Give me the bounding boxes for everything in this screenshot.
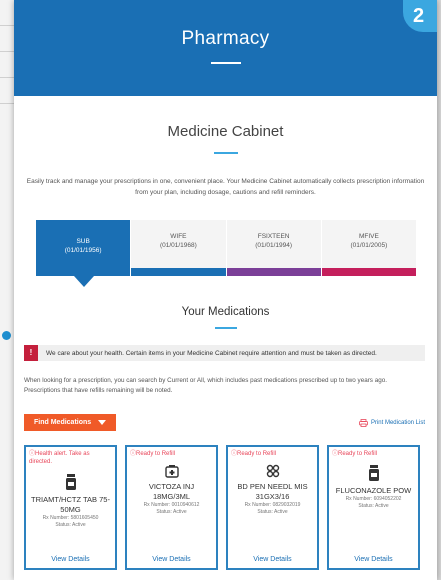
active-tab-pointer	[74, 276, 94, 287]
member-tab-sub[interactable]: SUB (01/01/1956)	[36, 220, 132, 276]
member-name: SUB	[76, 238, 90, 245]
injection-pen-icon	[164, 465, 179, 478]
member-color-bar	[321, 268, 416, 276]
view-details-link[interactable]: View Details	[127, 556, 216, 563]
member-dob: (01/01/1994)	[255, 242, 293, 249]
member-name: MFIVE	[358, 233, 379, 240]
alert-text: We care about your health. Certain items…	[46, 349, 377, 357]
medication-name: FLUCONAZOLE POW	[335, 486, 412, 495]
find-medications-button[interactable]: Find Medications	[24, 414, 117, 431]
title-divider	[210, 62, 241, 64]
medication-card[interactable]: ⓘHealth alert. Take as directed. TRIAMT/…	[24, 445, 117, 570]
medication-state: Status: Active	[257, 509, 288, 515]
print-medication-list-link[interactable]: Print Medication List	[359, 418, 425, 427]
chevron-down-icon	[98, 420, 107, 425]
member-tab-mfive[interactable]: MFIVE (01/01/2005)	[321, 220, 417, 276]
medicine-cabinet-title: Medicine Cabinet	[167, 123, 284, 140]
rx-number: Rx Number: 6094052202	[345, 496, 402, 502]
medication-status: ⓘHealth alert. Take as directed.	[29, 451, 90, 465]
medication-status: ⓘReady to Refill	[332, 451, 378, 457]
alert-icon: !	[24, 345, 38, 361]
member-tabs: SUB (01/01/1956) WIFE (01/01/1968) FSIXT…	[36, 220, 417, 287]
member-tab-wife[interactable]: WIFE (01/01/1968)	[131, 220, 227, 276]
member-name: FSIXTEEN	[257, 233, 290, 240]
view-details-link[interactable]: View Details	[329, 556, 418, 563]
medication-name: VICTOZA INJ 18MG/3ML	[148, 482, 195, 501]
member-dob: (01/01/1956)	[64, 247, 102, 254]
print-medication-list-label: Print Medication List	[370, 419, 425, 426]
pill-bottle-icon	[368, 465, 379, 481]
view-details-link[interactable]: View Details	[26, 556, 115, 563]
find-medications-label: Find Medications	[34, 419, 92, 426]
rx-number: Rx Number: 0010940612	[143, 502, 200, 508]
medication-state: Status: Active	[55, 522, 86, 528]
medicine-cabinet-intro: Easily track and manage your prescriptio…	[26, 178, 425, 196]
medication-cards: ⓘHealth alert. Take as directed. TRIAMT/…	[24, 445, 437, 570]
section-divider	[214, 327, 237, 329]
needle-icon	[266, 464, 279, 478]
member-name: WIFE	[170, 233, 187, 240]
medication-name: BD PEN NEEDL MIS 31GX3/16	[237, 482, 308, 501]
member-dob: (01/01/2005)	[350, 242, 388, 249]
your-medications-title: Your Medications	[181, 306, 270, 318]
medication-card[interactable]: ⓘReady to Refill VICTOZA INJ 18MG/3ML Rx…	[125, 445, 218, 570]
search-help-text: When looking for a prescription, you can…	[24, 377, 387, 394]
pill-bottle-icon	[65, 474, 76, 490]
medication-actions: Find Medications Print Medication List	[24, 414, 425, 431]
medication-card[interactable]: ⓘReady to Refill BD PEN NEEDL MIS 31GX3/…	[226, 445, 319, 570]
member-color-bar	[226, 268, 321, 276]
medication-card[interactable]: ⓘReady to Refill FLUCONAZOLE POW Rx Numb…	[327, 445, 420, 570]
page-title: Pharmacy	[181, 28, 270, 49]
hotspot-dot-icon	[2, 331, 11, 340]
section-divider	[213, 152, 238, 154]
medication-state: Status: Active	[156, 509, 187, 515]
member-dob: (01/01/1968)	[159, 242, 197, 249]
medication-status: ⓘReady to Refill	[231, 451, 277, 457]
health-alert-banner: ! We care about your health. Certain ite…	[24, 345, 425, 361]
medication-state: Status: Active	[358, 503, 389, 509]
medication-status: ⓘReady to Refill	[130, 451, 176, 457]
rx-number: Rx Number: 0829032019	[244, 502, 301, 508]
medication-name: TRIAMT/HCTZ TAB 75-50MG	[31, 495, 110, 514]
printer-icon	[359, 418, 368, 427]
member-color-bar	[131, 268, 226, 276]
rx-number: Rx Number: 5801605450	[42, 515, 99, 521]
member-tab-fsixteen[interactable]: FSIXTEEN (01/01/1994)	[226, 220, 322, 276]
pharmacy-card: Pharmacy 2 Medicine Cabinet Easily track…	[14, 0, 437, 580]
view-details-link[interactable]: View Details	[228, 556, 317, 563]
pharmacy-banner: Pharmacy	[14, 0, 437, 96]
